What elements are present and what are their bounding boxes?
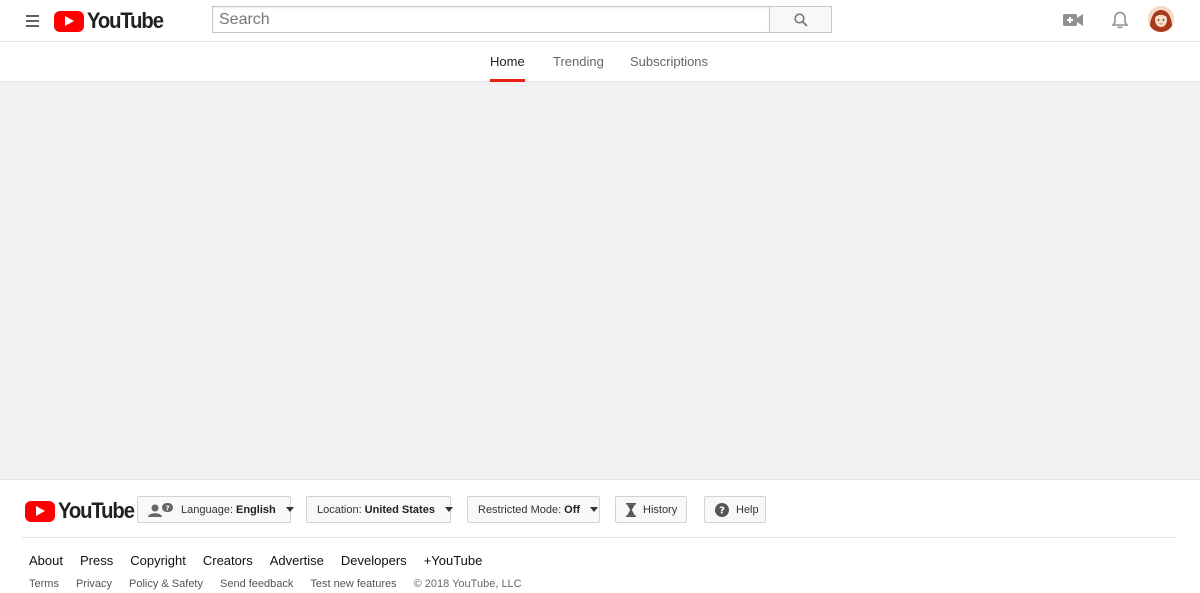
play-logo-icon	[54, 10, 84, 32]
footer-link-privacy[interactable]: Privacy	[76, 578, 112, 590]
location-value: United States	[364, 503, 435, 516]
restricted-mode-button[interactable]: Restricted Mode: Off	[467, 496, 600, 523]
footer-link-about[interactable]: About	[29, 553, 63, 568]
footer: YouTube ? Language: English Location: Unit…	[0, 479, 1200, 593]
search-icon	[793, 12, 808, 27]
logo-wordmark: YouTube	[58, 498, 135, 523]
user-avatar-image	[1148, 6, 1174, 32]
restricted-mode-label: Restricted Mode:	[478, 503, 562, 516]
hourglass-icon	[626, 502, 636, 517]
question-circle-icon: ?	[715, 502, 729, 517]
search-input[interactable]	[212, 6, 769, 33]
svg-text:?: ?	[719, 505, 725, 516]
bell-icon	[1112, 11, 1128, 29]
tab-subscriptions[interactable]: Subscriptions	[630, 42, 708, 82]
location-label: Location:	[317, 503, 362, 516]
main-content-area	[0, 82, 1200, 479]
help-button[interactable]: ? Help	[704, 496, 766, 523]
history-label: History	[643, 503, 678, 516]
avatar[interactable]	[1148, 6, 1174, 32]
language-value: English	[236, 503, 276, 516]
video-camera-plus-icon	[1063, 14, 1083, 26]
help-label: Help	[736, 503, 759, 516]
chevron-down-icon	[285, 507, 294, 512]
youtube-logo[interactable]: YouTube	[54, 8, 169, 34]
footer-link-plus-youtube[interactable]: +YouTube	[424, 553, 483, 568]
footer-link-advertise[interactable]: Advertise	[270, 553, 324, 568]
location-picker-button[interactable]: Location: United States	[306, 496, 453, 523]
svg-text:?: ?	[165, 504, 169, 512]
tab-home[interactable]: Home	[490, 42, 525, 82]
chevron-down-icon	[444, 507, 453, 512]
footer-link-developers[interactable]: Developers	[341, 553, 407, 568]
footer-link-send-feedback[interactable]: Send feedback	[220, 578, 293, 590]
footer-primary-links: About Press Copyright Creators Advertise…	[29, 553, 499, 568]
logo-wordmark: YouTube	[87, 8, 164, 33]
hamburger-menu-icon[interactable]	[22, 11, 44, 31]
footer-link-press[interactable]: Press	[80, 553, 113, 568]
history-button[interactable]: History	[615, 496, 687, 523]
feed-tab-bar: Home Trending Subscriptions	[0, 42, 1200, 82]
footer-youtube-logo[interactable]: YouTube	[25, 498, 140, 524]
language-picker-button[interactable]: ? Language: English	[137, 496, 294, 523]
footer-link-copyright[interactable]: Copyright	[130, 553, 186, 568]
upload-video-button[interactable]	[1060, 8, 1086, 32]
footer-link-creators[interactable]: Creators	[203, 553, 253, 568]
tab-trending[interactable]: Trending	[553, 42, 604, 82]
restricted-mode-value: Off	[564, 503, 581, 516]
footer-link-policy-safety[interactable]: Policy & Safety	[129, 578, 203, 590]
language-label: Language:	[181, 503, 233, 516]
footer-divider	[22, 537, 1175, 538]
notifications-button[interactable]	[1107, 8, 1133, 32]
copyright-text: © 2018 YouTube, LLC	[413, 578, 522, 590]
language-people-icon: ?	[148, 502, 174, 517]
masthead: YouTube	[0, 0, 1200, 42]
search-button[interactable]	[769, 6, 832, 33]
footer-link-test-new-features[interactable]: Test new features	[310, 578, 396, 590]
play-logo-icon	[25, 500, 55, 522]
footer-link-terms[interactable]: Terms	[29, 578, 59, 590]
chevron-down-icon	[590, 507, 599, 512]
footer-secondary-links: Terms Privacy Policy & Safety Send feedb…	[29, 578, 522, 590]
search-bar	[212, 6, 832, 33]
